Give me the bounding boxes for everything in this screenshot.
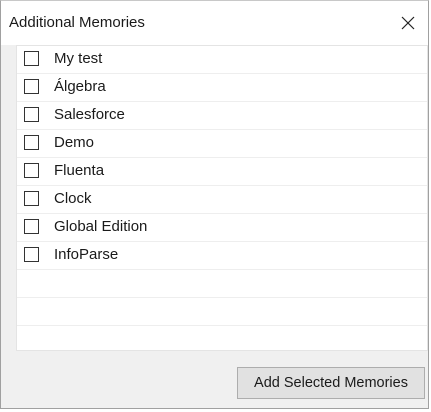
memories-list[interactable]: My test Álgebra Salesforce Demo Fluenta …	[16, 45, 428, 351]
dialog-title: Additional Memories	[9, 14, 145, 31]
list-item[interactable]: Salesforce	[17, 102, 427, 130]
list-item[interactable]: Clock	[17, 186, 427, 214]
list-item[interactable]: InfoParse	[17, 242, 427, 270]
memory-checkbox[interactable]	[24, 191, 39, 206]
title-bar: Additional Memories	[1, 1, 428, 45]
close-icon	[401, 16, 415, 30]
add-selected-memories-button[interactable]: Add Selected Memories	[237, 367, 425, 399]
additional-memories-dialog: Additional Memories My test Álgebra Sale…	[0, 0, 429, 409]
list-item[interactable]: My test	[17, 46, 427, 74]
empty-row	[17, 298, 427, 326]
memory-checkbox[interactable]	[24, 79, 39, 94]
list-item[interactable]: Álgebra	[17, 74, 427, 102]
list-item[interactable]: Global Edition	[17, 214, 427, 242]
memory-label: Fluenta	[54, 162, 105, 179]
list-item[interactable]: Fluenta	[17, 158, 427, 186]
memory-checkbox[interactable]	[24, 163, 39, 178]
list-item[interactable]: Demo	[17, 130, 427, 158]
memory-checkbox[interactable]	[24, 107, 39, 122]
close-button[interactable]	[394, 9, 422, 37]
empty-row	[17, 270, 427, 298]
memory-label: Demo	[54, 134, 95, 151]
memory-label: Salesforce	[54, 106, 125, 123]
memory-label: Global Edition	[54, 218, 148, 235]
memory-checkbox[interactable]	[24, 247, 39, 262]
memory-checkbox[interactable]	[24, 51, 39, 66]
empty-row	[17, 326, 427, 350]
memory-checkbox[interactable]	[24, 135, 39, 150]
memory-label: Clock	[54, 190, 92, 207]
memory-label: Álgebra	[54, 78, 106, 95]
memory-label: My test	[54, 50, 103, 67]
memory-checkbox[interactable]	[24, 219, 39, 234]
memory-label: InfoParse	[54, 246, 119, 263]
